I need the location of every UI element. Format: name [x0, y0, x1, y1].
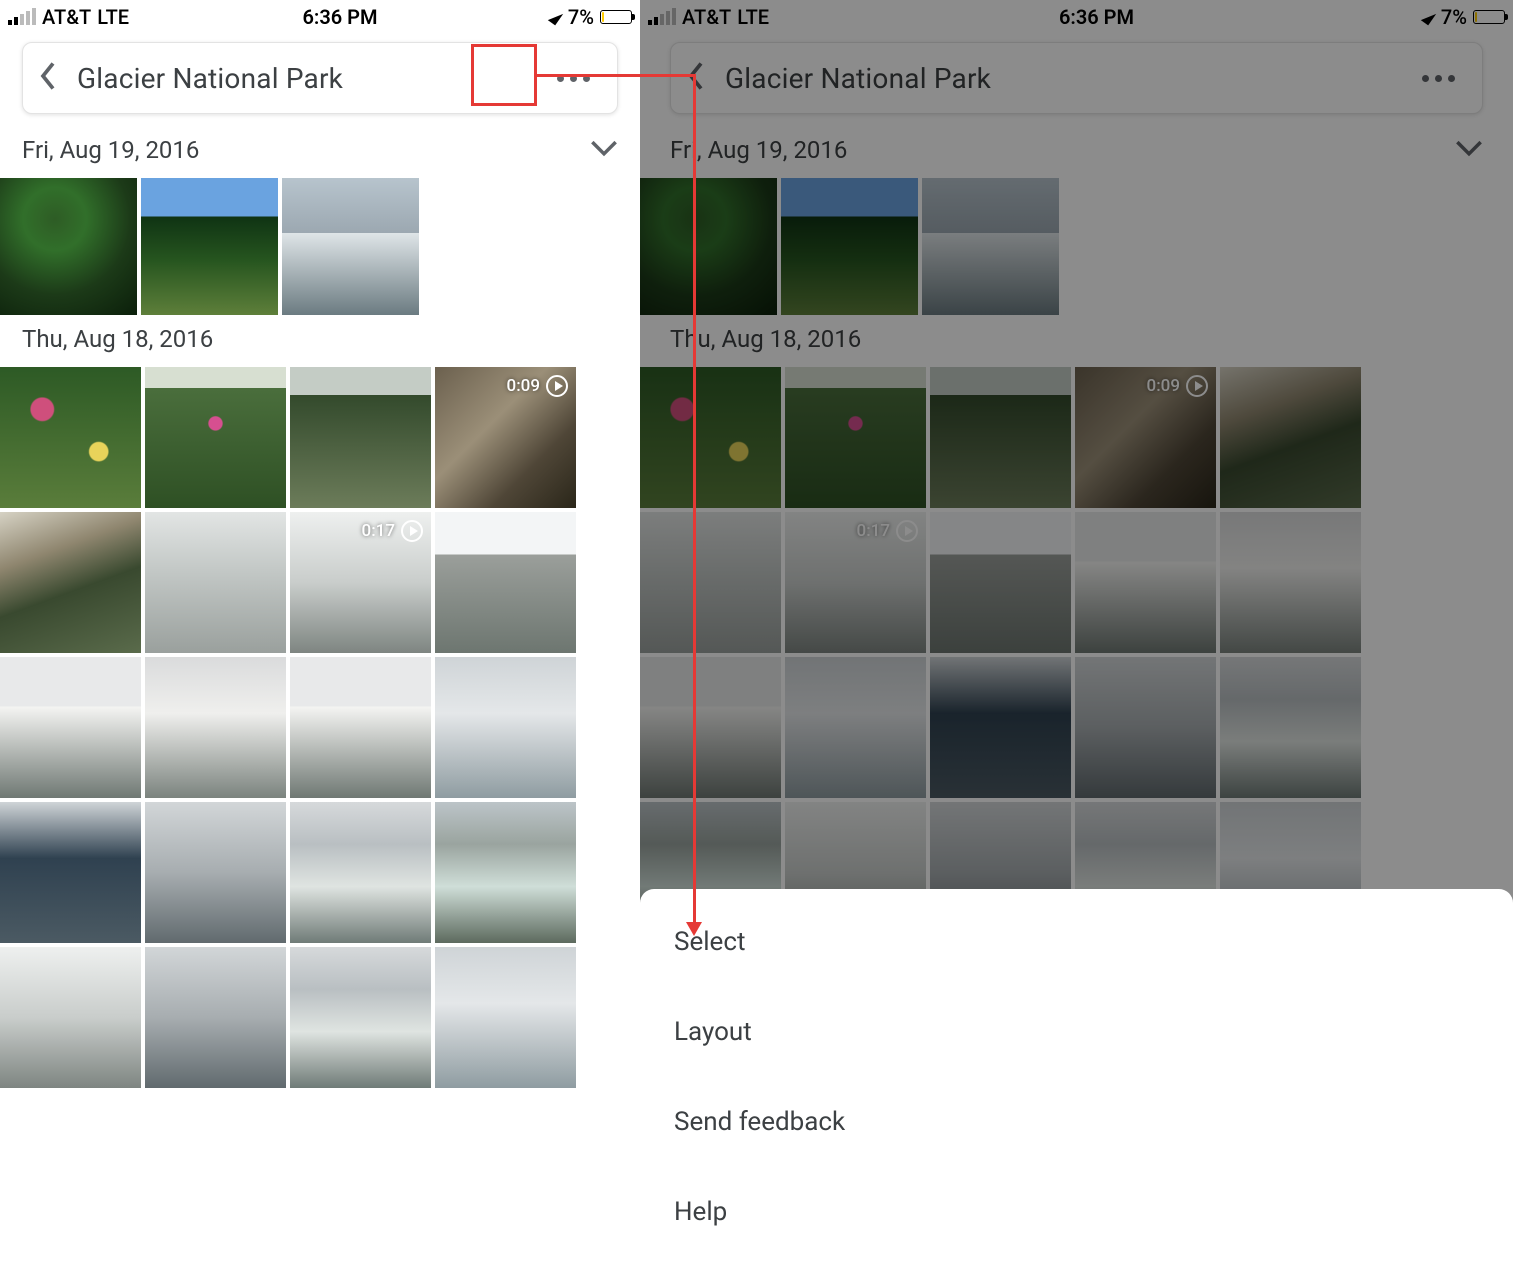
chevron-down-icon: [590, 139, 618, 161]
photo-thumbnail[interactable]: [141, 178, 278, 315]
action-sheet: Select Layout Send feedback Help: [640, 889, 1513, 1263]
video-duration-badge: 0:09: [1147, 375, 1208, 397]
photo-thumbnail[interactable]: [930, 367, 1071, 508]
photo-thumbnail[interactable]: [145, 367, 286, 508]
carrier-label: AT&T: [682, 5, 731, 29]
signal-icon: [8, 9, 36, 25]
photo-thumbnail[interactable]: [922, 178, 1059, 315]
photo-grid: [0, 178, 640, 315]
photo-thumbnail[interactable]: 0:09: [435, 367, 576, 508]
battery-icon: [600, 10, 632, 24]
photo-thumbnail[interactable]: [0, 802, 141, 943]
album-title: Glacier National Park: [725, 62, 1390, 95]
photo-thumbnail[interactable]: [0, 178, 137, 315]
carrier-label: AT&T: [42, 5, 91, 29]
photo-thumbnail[interactable]: [435, 947, 576, 1088]
photo-thumbnail[interactable]: [1075, 512, 1216, 653]
photo-thumbnail[interactable]: [282, 178, 419, 315]
video-duration-badge: 0:09: [507, 375, 568, 397]
sheet-item-help[interactable]: Help: [674, 1167, 1513, 1257]
phone-screen-right: AT&T LTE 6:36 PM 7% Glacier National Par…: [640, 0, 1513, 1263]
photo-thumbnail[interactable]: 0:09: [1075, 367, 1216, 508]
network-label: LTE: [737, 5, 769, 29]
play-icon: [401, 520, 423, 542]
clock-label: 6:36 PM: [302, 5, 377, 29]
back-icon[interactable]: [37, 61, 59, 95]
photo-thumbnail[interactable]: [785, 367, 926, 508]
photo-thumbnail[interactable]: [290, 947, 431, 1088]
photo-thumbnail[interactable]: [640, 178, 777, 315]
more-options-button[interactable]: [1408, 53, 1468, 103]
photo-grid: 0:09 0:17: [0, 367, 640, 1088]
photo-thumbnail[interactable]: [435, 512, 576, 653]
status-bar: AT&T LTE 6:36 PM 7%: [640, 0, 1513, 34]
photo-thumbnail[interactable]: [145, 657, 286, 798]
chevron-down-icon: [1455, 139, 1483, 161]
video-duration: 0:09: [1147, 376, 1180, 396]
photo-thumbnail[interactable]: [785, 657, 926, 798]
battery-pct: 7%: [1441, 5, 1467, 29]
photo-thumbnail[interactable]: [0, 512, 141, 653]
sheet-item-send-feedback[interactable]: Send feedback: [674, 1077, 1513, 1167]
photo-thumbnail[interactable]: 0:17: [290, 512, 431, 653]
play-icon: [1186, 375, 1208, 397]
photo-thumbnail[interactable]: [640, 512, 781, 653]
section-date: Thu, Aug 18, 2016: [22, 325, 213, 353]
photo-thumbnail[interactable]: [640, 657, 781, 798]
photo-thumbnail[interactable]: [930, 657, 1071, 798]
photo-thumbnail[interactable]: [781, 178, 918, 315]
network-label: LTE: [97, 5, 129, 29]
photo-thumbnail[interactable]: [640, 367, 781, 508]
photo-thumbnail[interactable]: [435, 657, 576, 798]
photo-thumbnail[interactable]: [0, 657, 141, 798]
video-duration: 0:17: [362, 521, 395, 541]
photo-grid: [640, 178, 1513, 315]
section-header-1[interactable]: Thu, Aug 18, 2016: [0, 315, 640, 367]
photo-thumbnail[interactable]: 0:17: [785, 512, 926, 653]
back-icon[interactable]: [685, 61, 707, 95]
signal-icon: [648, 9, 676, 25]
photo-thumbnail[interactable]: [0, 367, 141, 508]
video-duration-badge: 0:17: [362, 520, 423, 542]
photo-thumbnail[interactable]: [435, 802, 576, 943]
status-bar: AT&T LTE 6:36 PM 7%: [0, 0, 640, 34]
location-icon: [548, 9, 563, 26]
play-icon: [896, 520, 918, 542]
section-date: Fri, Aug 19, 2016: [22, 136, 199, 164]
sheet-item-select[interactable]: Select: [674, 897, 1513, 987]
photo-thumbnail[interactable]: [145, 512, 286, 653]
photo-thumbnail[interactable]: [290, 657, 431, 798]
photo-thumbnail[interactable]: [145, 802, 286, 943]
photo-grid: 0:09 0:17: [640, 367, 1513, 943]
album-header: Glacier National Park: [670, 42, 1483, 114]
photo-thumbnail[interactable]: [1075, 657, 1216, 798]
photo-thumbnail[interactable]: [290, 367, 431, 508]
section-date: Thu, Aug 18, 2016: [670, 325, 861, 353]
section-header-1[interactable]: Thu, Aug 18, 2016: [640, 315, 1513, 367]
album-title: Glacier National Park: [77, 62, 525, 95]
video-duration-badge: 0:17: [857, 520, 918, 542]
photo-thumbnail[interactable]: [145, 947, 286, 1088]
photo-thumbnail[interactable]: [1220, 657, 1361, 798]
photo-thumbnail[interactable]: [290, 802, 431, 943]
video-duration: 0:17: [857, 521, 890, 541]
section-date: Fri, Aug 19, 2016: [670, 136, 847, 164]
photo-thumbnail[interactable]: [0, 947, 141, 1088]
section-header-0[interactable]: Fri, Aug 19, 2016: [0, 126, 640, 178]
photo-thumbnail[interactable]: [1220, 367, 1361, 508]
play-icon: [546, 375, 568, 397]
battery-icon: [1473, 10, 1505, 24]
video-duration: 0:09: [507, 376, 540, 396]
clock-label: 6:36 PM: [1059, 5, 1134, 29]
photo-thumbnail[interactable]: [930, 512, 1071, 653]
more-options-button[interactable]: [543, 53, 603, 103]
location-icon: [1421, 9, 1436, 26]
phone-screen-left: AT&T LTE 6:36 PM 7% Glacier National Par…: [0, 0, 640, 1263]
battery-pct: 7%: [568, 5, 594, 29]
photo-thumbnail[interactable]: [1220, 512, 1361, 653]
album-header: Glacier National Park: [22, 42, 618, 114]
sheet-item-layout[interactable]: Layout: [674, 987, 1513, 1077]
section-header-0[interactable]: Fri, Aug 19, 2016: [640, 126, 1513, 178]
